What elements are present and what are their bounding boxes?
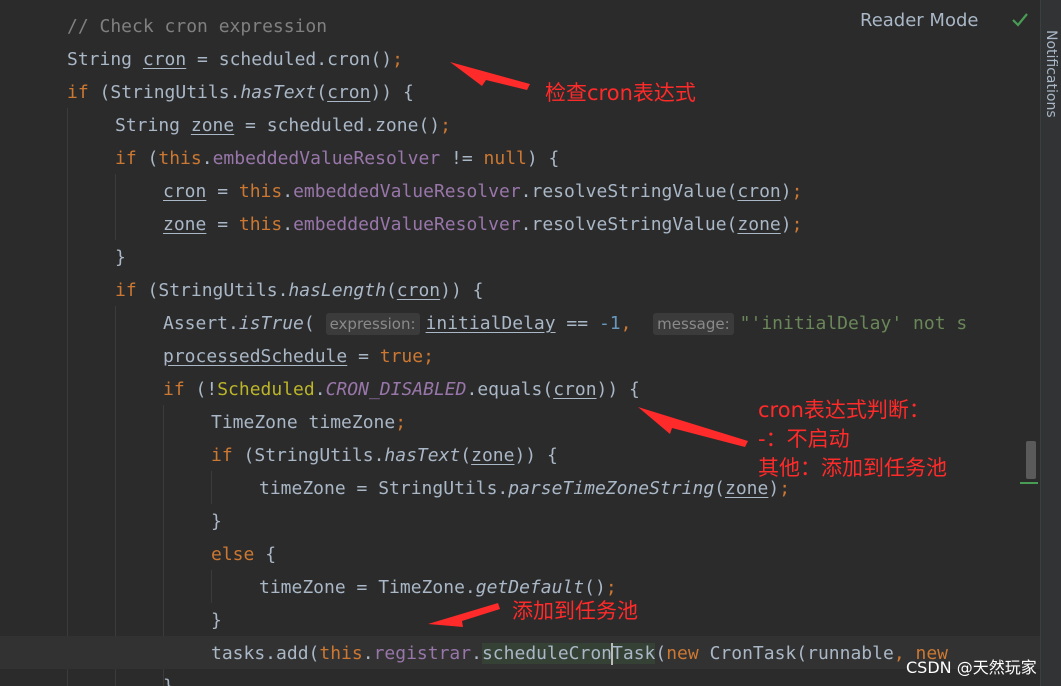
code-line-13[interactable]: TimeZone timeZone; (211, 406, 406, 439)
code-line-1[interactable]: // Check cron expression (67, 10, 327, 43)
indent-guide (115, 174, 116, 240)
code-line-6[interactable]: cron = this.embeddedValueResolver.resolv… (163, 175, 802, 208)
notifications-tab[interactable]: Notifications (1043, 30, 1059, 118)
scrollbar-thumb[interactable] (1026, 441, 1036, 479)
code-line-11[interactable]: processedSchedule = true; (163, 340, 434, 373)
code-line-19[interactable]: } (211, 604, 222, 637)
annotation-cron-judge-3: 其他：添加到任务池 (758, 456, 947, 480)
code-editor[interactable]: // Check cron expression String cron = s… (0, 0, 1040, 686)
change-marker (1020, 482, 1038, 484)
param-hint-expression: expression: (325, 313, 420, 335)
indent-guide (115, 306, 116, 686)
annotation-cron-judge-2: -：不启动 (758, 427, 850, 451)
annotation-add-to-pool: 添加到任务池 (512, 599, 638, 623)
indent-guide (67, 108, 68, 686)
param-hint-message: message: (653, 313, 734, 335)
code-comment: // Check cron expression (67, 16, 328, 37)
code-line-15[interactable]: timeZone = StringUtils.parseTimeZoneStri… (259, 472, 790, 505)
indent-guide (211, 570, 212, 603)
code-line-17[interactable]: else { (211, 538, 276, 571)
code-line-7[interactable]: zone = this.embeddedValueResolver.resolv… (163, 208, 802, 241)
indent-guide (211, 471, 212, 504)
code-line-3[interactable]: if (StringUtils.hasText(cron)) { (67, 76, 414, 109)
code-line-4[interactable]: String zone = scheduled.zone(); (115, 109, 451, 142)
code-line-8[interactable]: } (115, 241, 126, 274)
reader-mode-button[interactable]: Reader Mode (860, 10, 978, 31)
annotation-check-cron: 检查cron表达式 (545, 81, 696, 105)
string-literal: "'initialDelay' not s (739, 313, 968, 334)
text-caret (611, 643, 614, 665)
code-line-12[interactable]: if (!Scheduled.CRON_DISABLED.equals(cron… (163, 373, 640, 406)
annotation-cron-judge-1: cron表达式判断： (758, 398, 930, 422)
code-line-20[interactable]: tasks.add(this.registrar.scheduleCronTas… (211, 637, 948, 670)
number-literal: -1 (598, 313, 621, 334)
code-line-16[interactable]: } (211, 505, 222, 538)
csdn-watermark: CSDN @天然玩家 (906, 658, 1037, 677)
code-line-10[interactable]: Assert.isTrue( expression: initialDelay =… (163, 307, 967, 340)
code-line-21[interactable]: } (163, 670, 174, 686)
inspection-ok-icon[interactable] (1010, 10, 1030, 30)
code-line-9[interactable]: if (StringUtils.hasLength(cron)) { (115, 274, 484, 307)
code-line-14[interactable]: if (StringUtils.hasText(zone)) { (211, 439, 558, 472)
code-line-2[interactable]: String cron = scheduled.cron(); (67, 43, 403, 76)
code-line-5[interactable]: if (this.embeddedValueResolver != null) … (115, 142, 559, 175)
constant-cron-disabled: CRON_DISABLED (325, 379, 467, 400)
